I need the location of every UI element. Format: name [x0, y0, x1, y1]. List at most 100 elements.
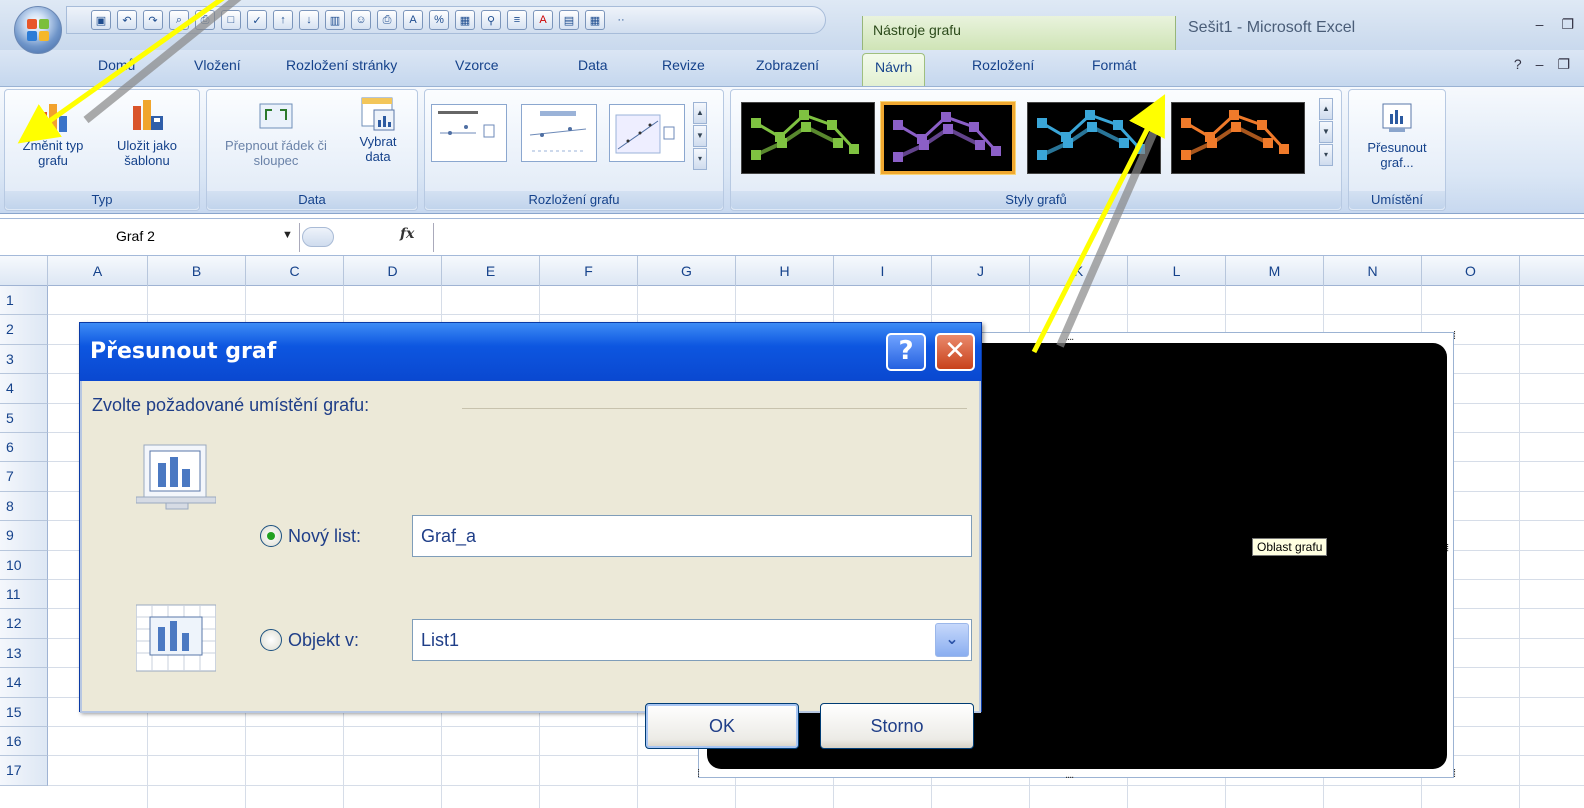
- tab-design[interactable]: Návrh: [862, 53, 926, 86]
- chart-layout-1[interactable]: [431, 104, 507, 162]
- row-header[interactable]: 8: [0, 491, 48, 522]
- tab-layout[interactable]: Rozložení: [972, 57, 1034, 73]
- row-header[interactable]: 9: [0, 521, 48, 551]
- formula-input[interactable]: [436, 223, 1584, 252]
- chart-icon[interactable]: ▥: [325, 10, 345, 30]
- spelling-icon[interactable]: ✓: [247, 10, 267, 30]
- row-header[interactable]: 12: [0, 609, 48, 639]
- column-header[interactable]: C: [246, 256, 344, 286]
- printer-icon[interactable]: ⎙: [377, 10, 397, 30]
- save-as-template-button[interactable]: Uložit jako šablonu: [101, 98, 193, 168]
- column-header[interactable]: N: [1324, 256, 1422, 286]
- row-header[interactable]: 4: [0, 374, 48, 404]
- column-header[interactable]: K: [1030, 256, 1128, 286]
- column-header[interactable]: F: [540, 256, 638, 286]
- restore-icon[interactable]: ❐: [1561, 16, 1574, 33]
- change-chart-type-button[interactable]: Změnit typ grafu: [7, 98, 99, 168]
- tab-page-layout[interactable]: Rozložení stránky: [286, 57, 397, 73]
- layouts-more[interactable]: ▾: [693, 148, 707, 170]
- more-commands-icon[interactable]: ··: [611, 10, 631, 30]
- switch-row-column-button[interactable]: Přepnout řádek či sloupec: [213, 98, 339, 168]
- layouts-scroll-up[interactable]: ▲: [693, 102, 707, 124]
- paste-icon[interactable]: ▤: [559, 10, 579, 30]
- column-header[interactable]: A: [48, 256, 148, 286]
- column-header[interactable]: D: [344, 256, 442, 286]
- tab-insert[interactable]: Vložení: [194, 57, 241, 73]
- row-header[interactable]: 16: [0, 727, 48, 757]
- chart-handle-right[interactable]: ....: [1444, 543, 1456, 551]
- dialog-help-button[interactable]: ?: [886, 333, 926, 371]
- chevron-down-icon[interactable]: ⌄: [935, 623, 969, 657]
- font-color-icon[interactable]: A: [403, 10, 423, 30]
- chart-handle-bottom-right[interactable]: ⁞: [1453, 768, 1456, 780]
- object-in-select[interactable]: List1 ⌄: [412, 619, 972, 661]
- layouts-scroll-down[interactable]: ▼: [693, 125, 707, 147]
- minimize-icon[interactable]: ‒: [1536, 16, 1544, 33]
- undo-icon[interactable]: ↶: [117, 10, 137, 30]
- chart-layout-3[interactable]: [609, 104, 685, 162]
- name-box[interactable]: Graf 2 ▼: [0, 223, 300, 252]
- chart-style-orange[interactable]: [1171, 102, 1305, 174]
- new-icon[interactable]: □: [221, 10, 241, 30]
- name-box-dropdown-icon[interactable]: ▼: [282, 229, 293, 241]
- text-color-icon[interactable]: A: [533, 10, 553, 30]
- row-header[interactable]: 5: [0, 403, 48, 433]
- row-header[interactable]: 2: [0, 315, 48, 345]
- tab-formulas[interactable]: Vzorce: [455, 57, 499, 73]
- row-header[interactable]: 17: [0, 756, 48, 786]
- chart-layout-2[interactable]: [521, 104, 597, 162]
- chart-handle-bottom-left[interactable]: ⁞: [697, 768, 700, 780]
- dialog-close-button[interactable]: ✕: [935, 333, 975, 371]
- sort-desc-icon[interactable]: ↓: [299, 10, 319, 30]
- row-header[interactable]: 14: [0, 668, 48, 698]
- row-header[interactable]: 15: [0, 697, 48, 727]
- redo-icon[interactable]: ↷: [143, 10, 163, 30]
- chart-handle-bottom[interactable]: ....: [1065, 769, 1074, 781]
- tab-view[interactable]: Zobrazení: [756, 57, 819, 73]
- print-preview-icon[interactable]: ⌕: [169, 10, 189, 30]
- find-icon[interactable]: ⚲: [481, 10, 501, 30]
- chart-style-purple[interactable]: [881, 102, 1015, 174]
- new-sheet-name-input[interactable]: Graf_a: [412, 515, 972, 557]
- row-header[interactable]: 11: [0, 580, 48, 610]
- column-header[interactable]: H: [736, 256, 834, 286]
- styles-more[interactable]: ▾: [1319, 144, 1333, 166]
- row-header[interactable]: 13: [0, 638, 48, 669]
- chart-handle-top-right[interactable]: ⁞: [1453, 330, 1456, 342]
- styles-scroll-down[interactable]: ▼: [1319, 121, 1333, 143]
- new-sheet-radio[interactable]: Nový list:: [260, 525, 361, 547]
- row-header[interactable]: 1: [0, 286, 48, 316]
- select-data-button[interactable]: Vybrat data: [343, 94, 413, 164]
- grid-icon[interactable]: ▦: [585, 10, 605, 30]
- move-chart-button[interactable]: Přesunout graf...: [1353, 100, 1441, 170]
- percent-icon[interactable]: %: [429, 10, 449, 30]
- ok-button[interactable]: OK: [645, 703, 799, 749]
- column-header[interactable]: M: [1226, 256, 1324, 286]
- restore-ribbon-icon[interactable]: ❐: [1557, 56, 1570, 73]
- align-icon[interactable]: ≡: [507, 10, 527, 30]
- insert-function-icon[interactable]: fx: [400, 226, 414, 242]
- row-header[interactable]: 10: [0, 550, 48, 580]
- minimize-ribbon-icon[interactable]: ‒: [1536, 56, 1544, 73]
- table-icon[interactable]: ▦: [455, 10, 475, 30]
- cancel-button[interactable]: Storno: [820, 703, 974, 749]
- row-header[interactable]: 7: [0, 462, 48, 492]
- column-header[interactable]: I: [834, 256, 932, 286]
- tab-home[interactable]: Domů: [98, 57, 135, 73]
- office-button[interactable]: [14, 6, 62, 54]
- row-header[interactable]: 3: [0, 344, 48, 375]
- row-header[interactable]: 6: [0, 433, 48, 463]
- users-icon[interactable]: ☺: [351, 10, 371, 30]
- column-header[interactable]: O: [1422, 256, 1520, 286]
- column-header[interactable]: J: [932, 256, 1030, 286]
- object-in-radio-dot[interactable]: [260, 629, 282, 651]
- chart-handle-top[interactable]: ....: [1065, 331, 1074, 343]
- column-header[interactable]: E: [442, 256, 540, 286]
- column-header[interactable]: B: [148, 256, 246, 286]
- tab-data[interactable]: Data: [578, 57, 608, 73]
- chart-style-blue[interactable]: [1027, 102, 1161, 174]
- column-header[interactable]: L: [1128, 256, 1226, 286]
- tab-review[interactable]: Revize: [662, 57, 705, 73]
- help-icon[interactable]: ?: [1514, 56, 1522, 73]
- chart-style-green[interactable]: [741, 102, 875, 174]
